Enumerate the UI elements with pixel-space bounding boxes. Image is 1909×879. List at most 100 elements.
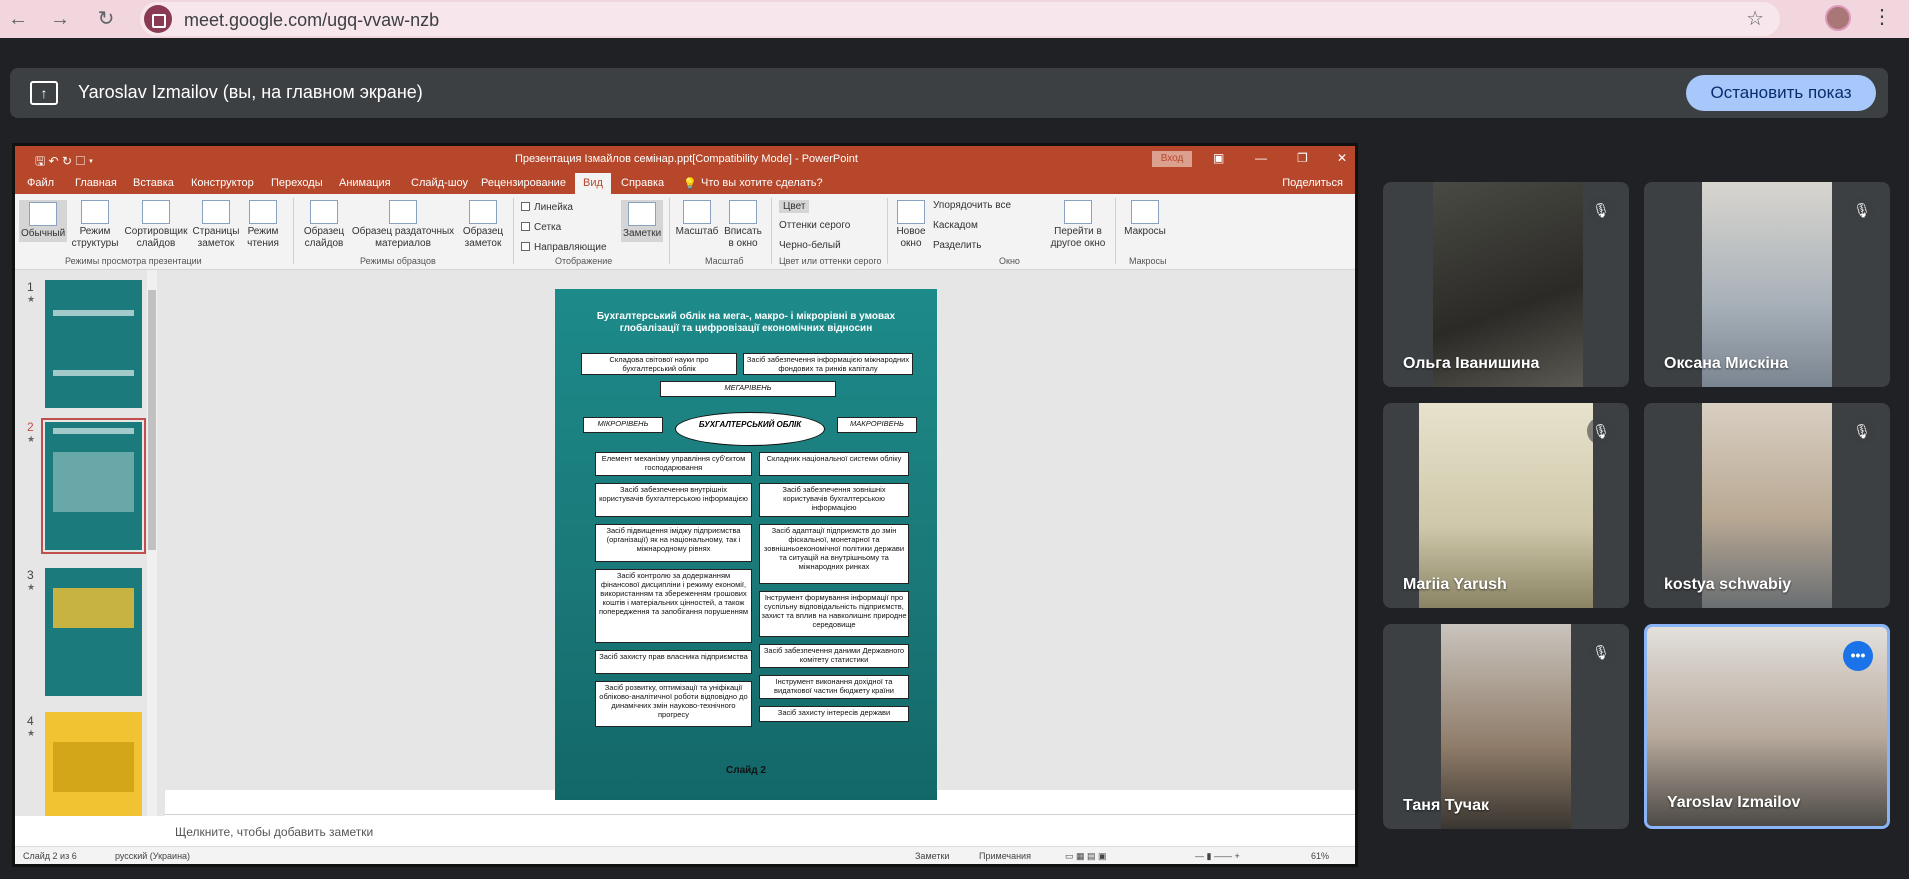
- menu-file[interactable]: Файл: [27, 177, 54, 189]
- macros-icon: [1131, 200, 1159, 224]
- restore-icon[interactable]: ❐: [1297, 151, 1308, 165]
- participant-name: Таня Тучак: [1403, 797, 1489, 814]
- participant-name: Mariia Yarush: [1403, 576, 1507, 593]
- slide-thumbnail[interactable]: [45, 712, 142, 816]
- notes-status-button[interactable]: Заметки: [915, 851, 949, 861]
- switch-window-button[interactable]: Перейти в другое окно: [1047, 200, 1109, 250]
- diagram-box: Інструмент формування інформації про сус…: [759, 591, 909, 637]
- comments-status-button[interactable]: Примечания: [979, 851, 1031, 861]
- slide-sorter-icon: [142, 200, 170, 224]
- handout-master-button[interactable]: Образец раздаточных материалов: [351, 200, 455, 250]
- participant-tile[interactable]: 🎙 Ольга Іванишина: [1383, 182, 1629, 387]
- color-button[interactable]: Цвет: [779, 200, 810, 213]
- menu-view[interactable]: Вид: [575, 173, 611, 194]
- forward-button[interactable]: →: [48, 7, 72, 31]
- outline-view-icon: [81, 200, 109, 224]
- animation-star-icon: ★: [27, 434, 36, 444]
- ppt-menu-bar: Файл Главная Вставка Конструктор Переход…: [15, 172, 1355, 194]
- diagram-box: Засіб розвитку, оптимізації та уніфікаці…: [595, 681, 752, 727]
- separator: [887, 198, 888, 264]
- slide-sorter-button[interactable]: Сортировщик слайдов: [123, 200, 189, 250]
- view-buttons[interactable]: ▭ ▦ ▤ ▣: [1065, 851, 1107, 862]
- diagram-box: Засіб забезпечення внутрішніх користувач…: [595, 483, 752, 517]
- participant-tile-self[interactable]: ••• Yaroslav Izmailov: [1644, 624, 1890, 829]
- notes-pane[interactable]: Щелкните, чтобы добавить заметки: [165, 814, 1355, 848]
- more-options-icon[interactable]: •••: [1843, 641, 1873, 671]
- notes-toggle-button[interactable]: Заметки: [621, 200, 663, 242]
- notes-master-icon: [469, 200, 497, 224]
- separator: [669, 198, 670, 264]
- ruler-checkbox[interactable]: Линейка: [521, 202, 573, 213]
- menu-transitions[interactable]: Переходы: [271, 177, 323, 189]
- quick-access-icons[interactable]: 🖫 ↶ ↻ ▢ ▾: [35, 152, 93, 173]
- tell-me-search[interactable]: Что вы хотите сделать?: [701, 177, 823, 189]
- share-link[interactable]: Поделиться: [1282, 177, 1343, 189]
- ribbon-display-icon[interactable]: ▣: [1213, 151, 1224, 165]
- browser-menu-icon[interactable]: ⋮: [1872, 4, 1892, 29]
- fit-window-icon: [729, 200, 757, 224]
- participant-tile[interactable]: 🎙 Оксана Мискіна: [1644, 182, 1890, 387]
- current-slide[interactable]: Бухгалтерський облік на мега-, макро- і …: [555, 289, 937, 800]
- menu-design[interactable]: Конструктор: [191, 177, 254, 189]
- diagram-box: Засіб забезпечення зовнішніх користувачі…: [759, 483, 909, 517]
- stop-presenting-button[interactable]: Остановить показ: [1686, 75, 1876, 111]
- url-text[interactable]: meet.google.com/ugq-vvaw-nzb: [184, 10, 439, 31]
- close-icon[interactable]: ✕: [1337, 151, 1347, 165]
- grid-checkbox[interactable]: Сетка: [521, 222, 561, 233]
- macros-button[interactable]: Макросы: [1123, 200, 1167, 238]
- diagram-box: Засіб забезпечення інформацією міжнародн…: [743, 353, 913, 375]
- menu-animation[interactable]: Анимация: [339, 177, 391, 189]
- grayscale-button[interactable]: Оттенки серого: [779, 220, 850, 231]
- magnifier-icon: [683, 200, 711, 224]
- fit-window-button[interactable]: Вписать в окно: [721, 200, 765, 250]
- switch-window-icon: [1064, 200, 1092, 224]
- profile-avatar[interactable]: [1825, 5, 1851, 31]
- slide-master-icon: [310, 200, 338, 224]
- zoom-button[interactable]: Масштаб: [675, 200, 719, 238]
- bookmark-star-icon[interactable]: ☆: [1746, 6, 1764, 31]
- outline-view-button[interactable]: Режим структуры: [71, 200, 119, 250]
- minimize-icon[interactable]: —: [1255, 151, 1267, 165]
- language-indicator[interactable]: русский (Украина): [115, 851, 190, 861]
- diagram-box: Засіб підвищення іміджу підприємства (ор…: [595, 524, 752, 562]
- zoom-slider[interactable]: — ▮ —— +: [1195, 851, 1240, 862]
- thumbnails-scrollbar[interactable]: [147, 270, 157, 816]
- cascade-button[interactable]: Каскадом: [933, 220, 978, 231]
- black-white-button[interactable]: Черно-белый: [779, 240, 841, 251]
- group-masters-label: Режимы образцов: [360, 256, 436, 266]
- reading-view-button[interactable]: Режим чтения: [243, 200, 283, 250]
- new-window-button[interactable]: Новое окно: [893, 200, 929, 250]
- normal-view-button[interactable]: Обычный: [19, 200, 67, 242]
- menu-insert[interactable]: Вставка: [133, 177, 174, 189]
- diagram-box: Складник національної системи обліку: [759, 452, 909, 476]
- notes-icon: [628, 202, 656, 226]
- guides-checkbox[interactable]: Направляющие: [521, 242, 607, 253]
- notes-page-button[interactable]: Страницы заметок: [191, 200, 241, 250]
- slide-master-button[interactable]: Образец слайдов: [299, 200, 349, 250]
- menu-review[interactable]: Рецензирование: [481, 177, 566, 189]
- group-zoom-label: Масштаб: [705, 256, 744, 266]
- group-show-label: Отображение: [555, 256, 613, 266]
- split-button[interactable]: Разделить: [933, 240, 981, 251]
- address-bar[interactable]: meet.google.com/ugq-vvaw-nzb ☆: [140, 2, 1780, 36]
- notes-master-button[interactable]: Образец заметок: [457, 200, 509, 250]
- slide-thumbnail[interactable]: [45, 568, 142, 696]
- slide-thumbnail[interactable]: [45, 280, 142, 408]
- zoom-percent[interactable]: 61%: [1311, 851, 1329, 861]
- menu-slideshow[interactable]: Слайд-шоу: [411, 177, 468, 189]
- back-button[interactable]: ←: [6, 7, 30, 31]
- reload-button[interactable]: ↻: [94, 7, 118, 31]
- meet-camera-icon[interactable]: [144, 5, 172, 33]
- menu-help[interactable]: Справка: [621, 177, 664, 189]
- participant-tile[interactable]: 🎙 kostya schwabiy: [1644, 403, 1890, 608]
- notes-placeholder[interactable]: Щелкните, чтобы добавить заметки: [175, 825, 373, 839]
- scrollbar-thumb[interactable]: [148, 290, 156, 550]
- participant-tile[interactable]: 🎙 Mariia Yarush: [1383, 403, 1629, 608]
- arrange-all-button[interactable]: Упорядочить все: [933, 200, 1011, 211]
- login-button[interactable]: Вход: [1152, 151, 1192, 167]
- group-macros-label: Макросы: [1129, 256, 1167, 266]
- new-window-icon: [897, 200, 925, 224]
- menu-home[interactable]: Главная: [75, 177, 117, 189]
- participant-tile[interactable]: 🎙 Таня Тучак: [1383, 624, 1629, 829]
- slide-thumbnail-selected[interactable]: [41, 418, 146, 554]
